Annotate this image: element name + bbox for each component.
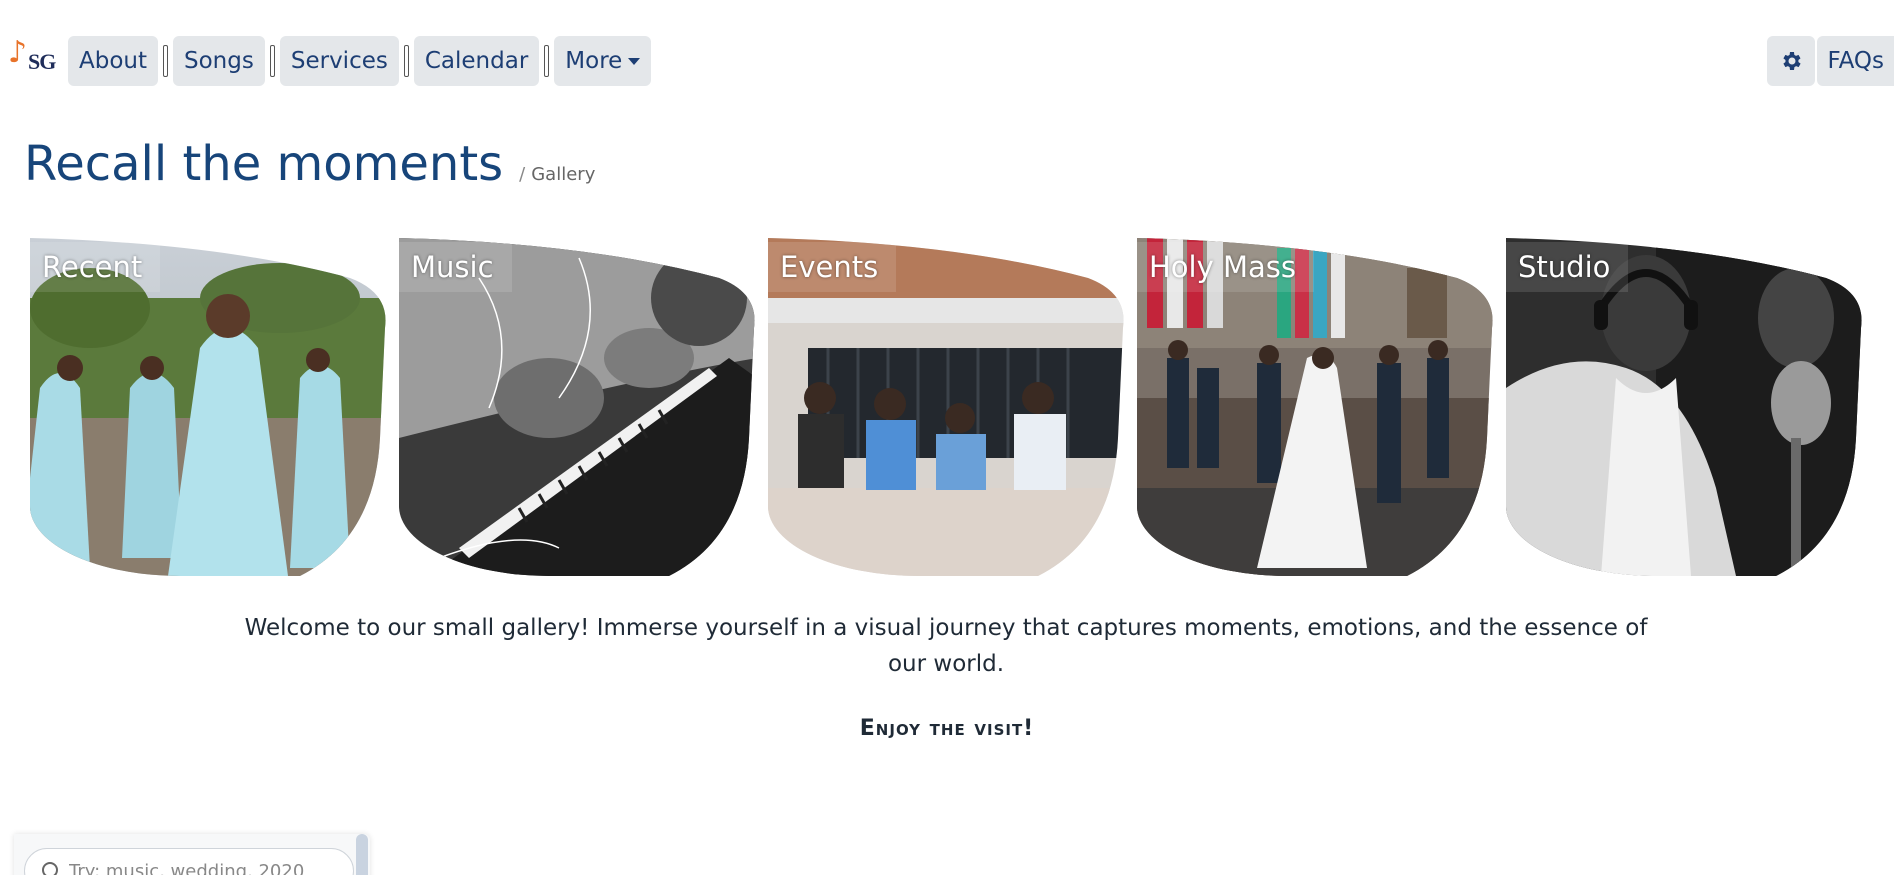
nav-item-services[interactable]: Services — [279, 36, 399, 86]
nav-item-about[interactable]: About — [68, 36, 159, 86]
card-label: Events — [768, 242, 896, 292]
breadcrumb-separator: / — [519, 164, 526, 185]
breadcrumb-current: Gallery — [531, 164, 596, 185]
search-box[interactable] — [24, 848, 354, 875]
welcome-text: Welcome to our small gallery! Immerse yo… — [244, 615, 1648, 677]
nav-item-more-label: More — [565, 48, 623, 74]
nav-divider — [403, 45, 409, 77]
music-note-icon: ♪ — [8, 35, 28, 70]
search-panel — [14, 834, 370, 875]
gallery-card-music[interactable]: Music — [399, 238, 757, 576]
card-label: Studio — [1506, 242, 1628, 292]
nav-item-songs[interactable]: Songs — [173, 36, 265, 86]
card-label: Recent — [30, 242, 160, 292]
panel-scroll-handle[interactable] — [356, 834, 368, 875]
logo-text: SG — [28, 49, 56, 74]
gear-icon — [1783, 52, 1802, 70]
nav-item-more-dropdown[interactable]: More — [554, 36, 652, 86]
nav-divider — [269, 45, 275, 77]
page-heading: Recall the moments / Gallery — [24, 136, 595, 192]
site-logo[interactable]: ♪ SG — [6, 38, 64, 78]
enjoy-text: Enjoy the visit! — [859, 716, 1035, 741]
nav-menu: About Songs Services Calendar More — [68, 36, 652, 86]
nav-right-group: FAQs — [1767, 36, 1894, 86]
settings-button[interactable] — [1767, 36, 1816, 86]
gallery-card-studio[interactable]: Studio — [1506, 238, 1864, 576]
nav-item-calendar[interactable]: Calendar — [413, 36, 540, 86]
search-icon — [42, 862, 58, 875]
nav-divider — [544, 45, 550, 77]
search-input[interactable] — [69, 860, 309, 875]
card-label: Holy Mass — [1137, 242, 1314, 292]
faqs-button[interactable]: FAQs — [1817, 36, 1894, 86]
caret-down-icon — [628, 57, 641, 65]
top-navbar: ♪ SG About Songs Services Calendar More … — [6, 36, 1894, 86]
gallery-card-holy-mass[interactable]: Holy Mass — [1137, 238, 1495, 576]
nav-divider — [163, 45, 169, 77]
gallery-card-recent[interactable]: Recent — [30, 238, 388, 576]
gallery-card-events[interactable]: Events — [768, 238, 1126, 576]
page-title: Recall the moments — [24, 136, 504, 192]
breadcrumb: / Gallery — [519, 164, 595, 185]
card-label: Music — [399, 242, 512, 292]
